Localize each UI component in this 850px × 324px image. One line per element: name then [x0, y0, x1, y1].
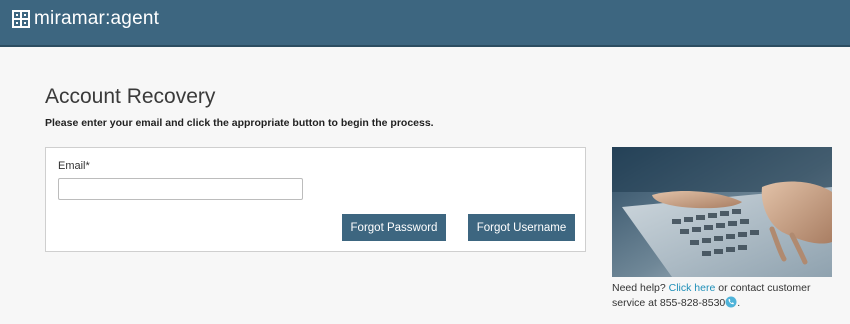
laptop-typing-photo: [612, 147, 832, 277]
help-text: Need help? Click here or contact custome…: [612, 282, 832, 310]
help-link[interactable]: Click here: [669, 282, 716, 294]
brand-name: miramar:agent: [34, 8, 160, 29]
page-title: Account Recovery: [45, 85, 216, 108]
forgot-password-button[interactable]: Forgot Password: [342, 214, 446, 241]
phone-number[interactable]: 855-828-8530: [660, 297, 725, 309]
forgot-username-button[interactable]: Forgot Username: [468, 214, 575, 241]
required-marker: *: [85, 160, 90, 172]
top-bar: miramar:agent: [0, 0, 850, 47]
email-field[interactable]: [58, 178, 303, 200]
help-prefix: Need help?: [612, 282, 669, 294]
phone-icon[interactable]: [725, 296, 737, 308]
miramar-logo-icon: [12, 10, 30, 28]
page-instructions: Please enter your email and click the ap…: [45, 117, 434, 129]
email-label-text: Email: [58, 160, 86, 172]
help-suffix: .: [737, 296, 741, 309]
brand[interactable]: miramar:agent: [12, 9, 159, 29]
recovery-form: Email* Forgot Password Forgot Username: [45, 147, 586, 252]
email-label: Email*: [58, 160, 90, 172]
